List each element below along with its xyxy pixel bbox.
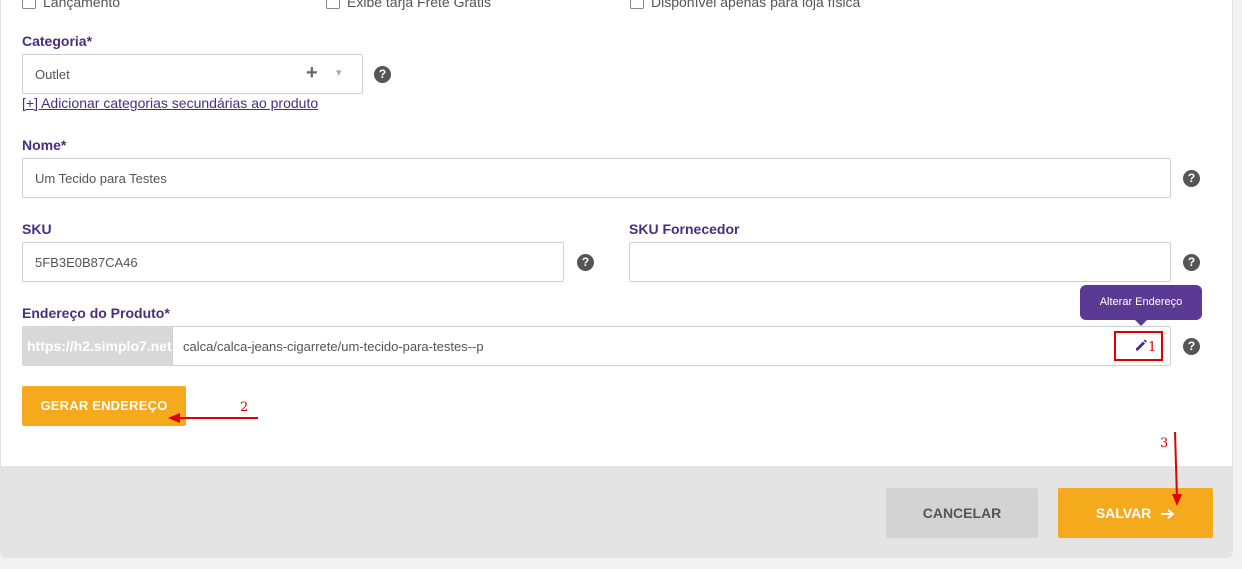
categoria-value: Outlet [35, 66, 70, 82]
help-icon[interactable]: ? [1183, 254, 1200, 271]
help-icon[interactable]: ? [374, 66, 391, 83]
categoria-label: Categoria* [22, 33, 93, 49]
sku-input[interactable]: 5FB3E0B87CA46 [22, 242, 564, 282]
sku-fornecedor-input[interactable] [629, 242, 1171, 282]
checkbox-box[interactable] [326, 0, 340, 9]
sku-value: 5FB3E0B87CA46 [35, 254, 138, 270]
checkbox-frete-gratis[interactable]: Exibe tarja Frete Grátis [326, 0, 491, 10]
endereco-label: Endereço do Produto* [22, 305, 170, 321]
checkbox-box[interactable] [630, 0, 644, 9]
endereco-input[interactable]: calca/calca-jeans-cigarrete/um-tecido-pa… [172, 326, 1171, 366]
footer-bar [0, 466, 1233, 558]
chevron-down-icon[interactable]: ▾ [336, 66, 342, 79]
help-icon[interactable]: ? [1183, 170, 1200, 187]
checkbox-label: Exibe tarja Frete Grátis [347, 0, 491, 10]
annotation-number-3: 3 [1160, 436, 1169, 451]
arrow-right-icon [1161, 489, 1175, 539]
nome-value: Um Tecido para Testes [35, 170, 167, 186]
categoria-select[interactable]: Outlet + ▾ [22, 54, 363, 94]
help-icon[interactable]: ? [577, 254, 594, 271]
nome-label: Nome* [22, 137, 67, 153]
sku-label: SKU [22, 221, 52, 237]
sku-fornecedor-label: SKU Fornecedor [629, 221, 740, 237]
url-prefix: https://h2.simplo7.net [22, 326, 172, 366]
plus-icon[interactable]: + [306, 62, 318, 85]
annotation-number-1: 1 [1148, 340, 1157, 355]
add-secondary-categories-link[interactable]: [+] Adicionar categorias secundárias ao … [22, 95, 318, 111]
alterar-endereco-tooltip: Alterar Endereço [1080, 285, 1202, 326]
checkbox-label: Lançamento [43, 0, 121, 10]
help-icon[interactable]: ? [1183, 338, 1200, 355]
nome-input[interactable]: Um Tecido para Testes [22, 158, 1171, 198]
checkbox-lancamento[interactable]: Lançamento [22, 0, 120, 10]
product-form-card: Lançamento Exibe tarja Frete Grátis Disp… [0, 0, 1233, 466]
checkbox-loja-fisica[interactable]: Disponível apenas para loja física [630, 0, 860, 10]
save-button[interactable]: SALVAR [1058, 488, 1213, 538]
checkbox-label: Disponível apenas para loja física [651, 0, 861, 10]
save-label: SALVAR [1095, 505, 1152, 521]
annotation-number-2: 2 [240, 400, 249, 415]
gerar-endereco-button[interactable]: GERAR ENDEREÇO [22, 386, 186, 426]
pencil-icon[interactable] [1134, 338, 1148, 357]
checkbox-box[interactable] [22, 0, 36, 9]
endereco-value: calca/calca-jeans-cigarrete/um-tecido-pa… [183, 338, 484, 354]
cancel-button[interactable]: CANCELAR [886, 488, 1038, 538]
